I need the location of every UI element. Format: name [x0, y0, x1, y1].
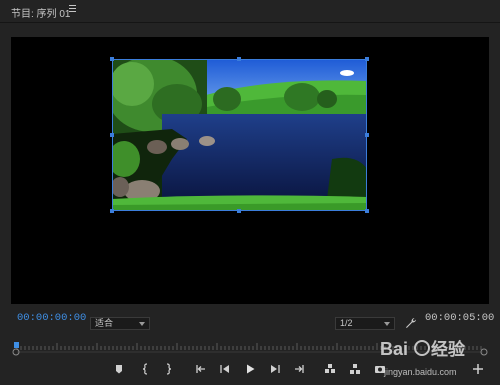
- transform-handle[interactable]: [365, 57, 369, 61]
- svg-text:Bai: Bai: [380, 339, 408, 359]
- step-forward-button[interactable]: [268, 362, 282, 376]
- baidu-watermark-logo: Bai 经验 jingyan.baidu.com: [380, 339, 466, 377]
- panel-title[interactable]: 节目: 序列 01: [11, 5, 70, 20]
- duration-timecode: 00:00:05:00: [425, 312, 495, 324]
- transform-handle[interactable]: [237, 57, 241, 61]
- fit-zoom-value: 适合: [95, 318, 114, 328]
- transform-handle[interactable]: [110, 133, 114, 137]
- panel-header: 节目: 序列 01: [0, 0, 500, 23]
- playback-resolution-value: 1/2: [340, 318, 353, 328]
- transform-handle[interactable]: [110, 57, 114, 61]
- step-back-button[interactable]: [218, 362, 232, 376]
- video-frame-image[interactable]: [112, 59, 367, 211]
- wrench-settings-icon[interactable]: [405, 317, 417, 329]
- transform-handle[interactable]: [365, 133, 369, 137]
- transform-handle[interactable]: [110, 209, 114, 213]
- go-to-in-button[interactable]: [194, 362, 208, 376]
- transform-handle[interactable]: [365, 209, 369, 213]
- svg-text:jingyan.baidu.com: jingyan.baidu.com: [383, 367, 457, 377]
- chevron-down-icon: [139, 322, 145, 326]
- fit-zoom-select[interactable]: 适合: [90, 317, 150, 330]
- go-to-out-button[interactable]: [292, 362, 306, 376]
- add-marker-button[interactable]: [112, 362, 126, 376]
- playback-resolution-select[interactable]: 1/2: [335, 317, 395, 330]
- play-button[interactable]: [243, 362, 257, 376]
- extract-button[interactable]: [348, 362, 362, 376]
- mark-out-button[interactable]: [161, 362, 175, 376]
- current-timecode[interactable]: 00:00:00:00: [17, 312, 86, 324]
- mark-in-button[interactable]: [139, 362, 153, 376]
- playhead[interactable]: [14, 342, 19, 348]
- hamburger-menu-icon[interactable]: [69, 5, 76, 12]
- chevron-down-icon: [384, 322, 390, 326]
- transform-handle[interactable]: [237, 209, 241, 213]
- svg-text:经验: 经验: [431, 339, 466, 360]
- lift-button[interactable]: [323, 362, 337, 376]
